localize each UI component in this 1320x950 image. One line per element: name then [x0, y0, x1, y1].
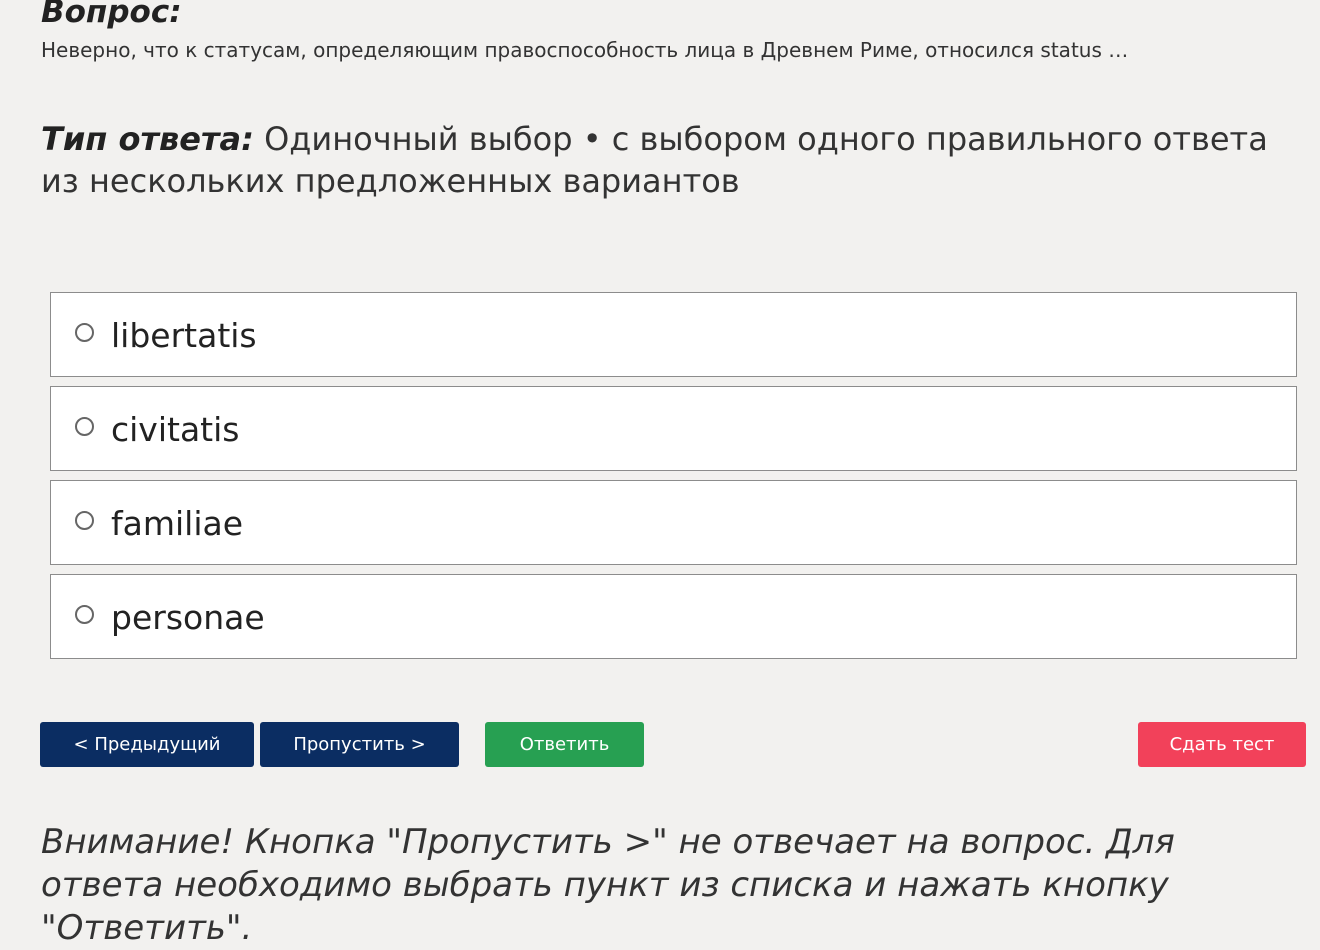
skip-warning-note: Внимание! Кнопка "Пропустить >" не отвеч…	[41, 822, 1175, 948]
radio-button-icon[interactable]	[75, 511, 94, 530]
answer-type: Тип ответа: Одиночный выбор • с выбором …	[41, 118, 1281, 202]
answer-button[interactable]: Ответить	[485, 722, 644, 767]
answer-options-list: libertatis civitatis familiae personae	[50, 292, 1297, 668]
answer-option[interactable]: civitatis	[50, 386, 1297, 471]
answer-option[interactable]: familiae	[50, 480, 1297, 565]
answer-option-label: familiae	[111, 504, 244, 543]
answer-type-label: Тип ответа:	[41, 120, 254, 158]
question-heading: Вопрос:	[41, 0, 182, 30]
answer-option[interactable]: libertatis	[50, 292, 1297, 377]
answer-option[interactable]: personae	[50, 574, 1297, 659]
previous-button[interactable]: < Предыдущий	[40, 722, 254, 767]
answer-option-label: personae	[111, 598, 265, 637]
question-text: Неверно, что к статусам, определяющим пр…	[41, 38, 1129, 62]
radio-button-icon[interactable]	[75, 323, 94, 342]
skip-button[interactable]: Пропустить >	[260, 722, 459, 767]
radio-button-icon[interactable]	[75, 417, 94, 436]
radio-button-icon[interactable]	[75, 605, 94, 624]
submit-test-button[interactable]: Сдать тест	[1138, 722, 1306, 767]
answer-option-label: civitatis	[111, 410, 240, 449]
answer-option-label: libertatis	[111, 316, 257, 355]
